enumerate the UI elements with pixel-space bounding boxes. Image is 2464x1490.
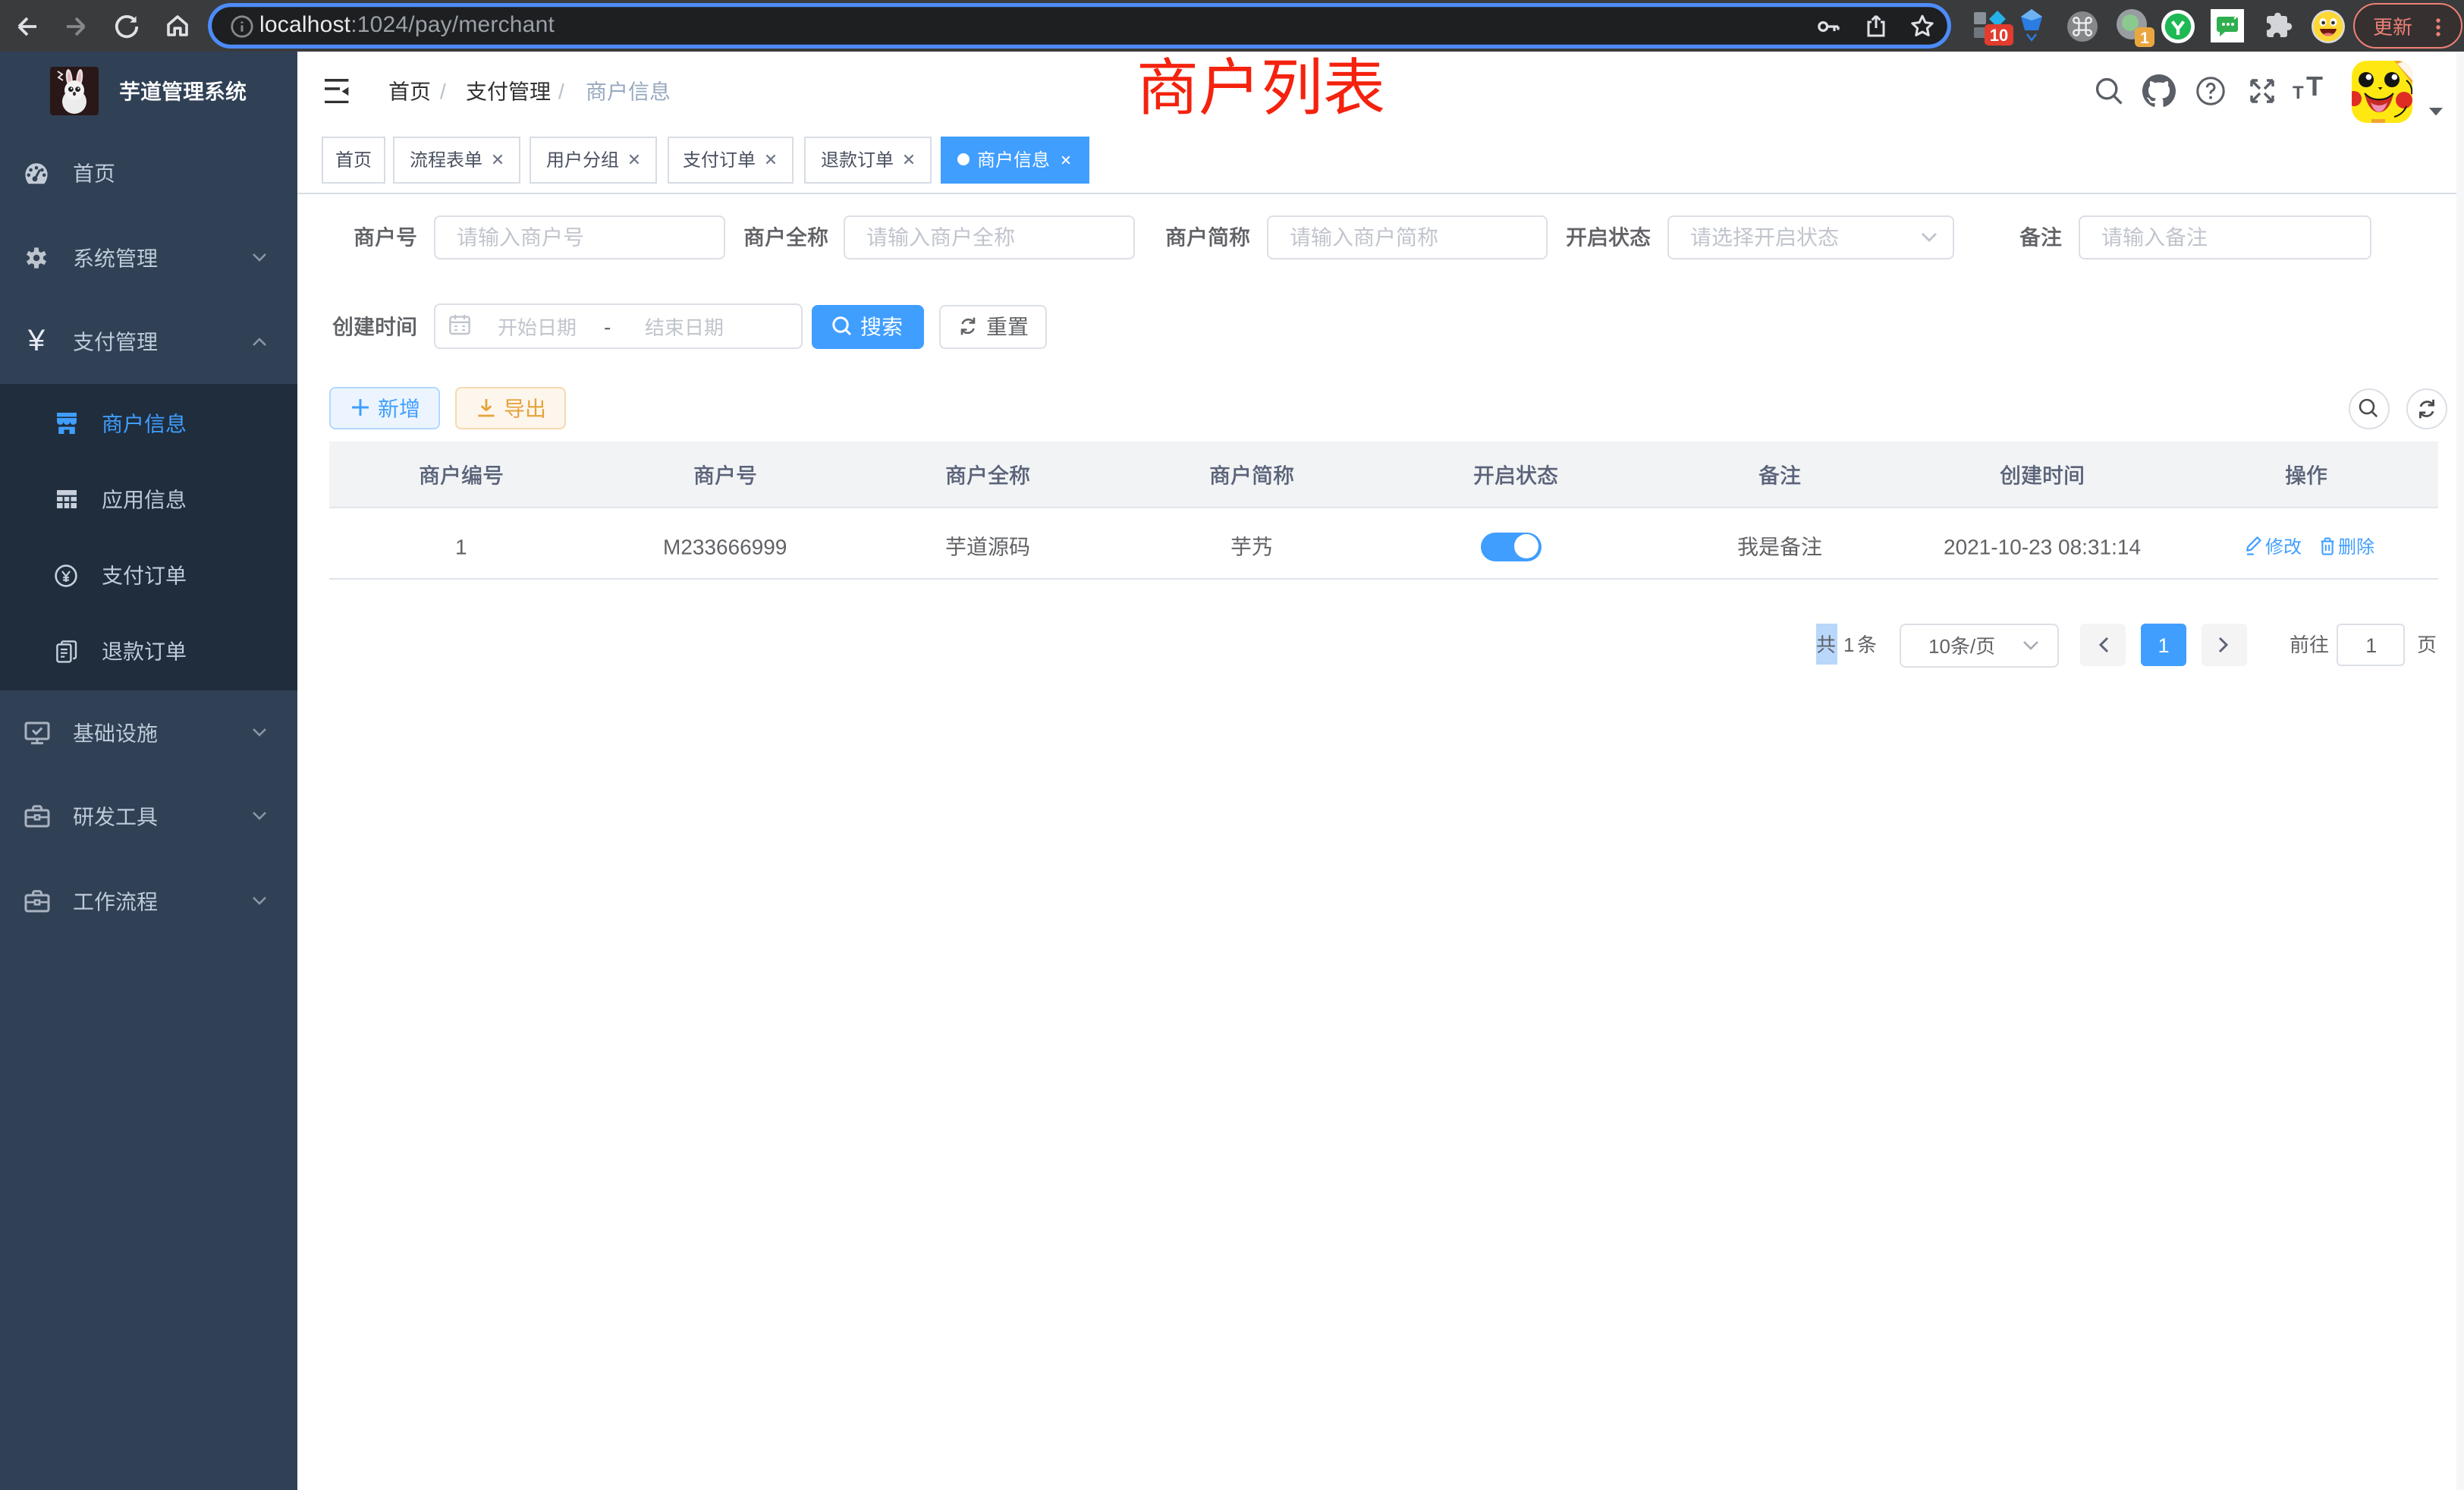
svg-text:10: 10 <box>1990 26 2008 45</box>
svg-text:1: 1 <box>2140 30 2149 47</box>
